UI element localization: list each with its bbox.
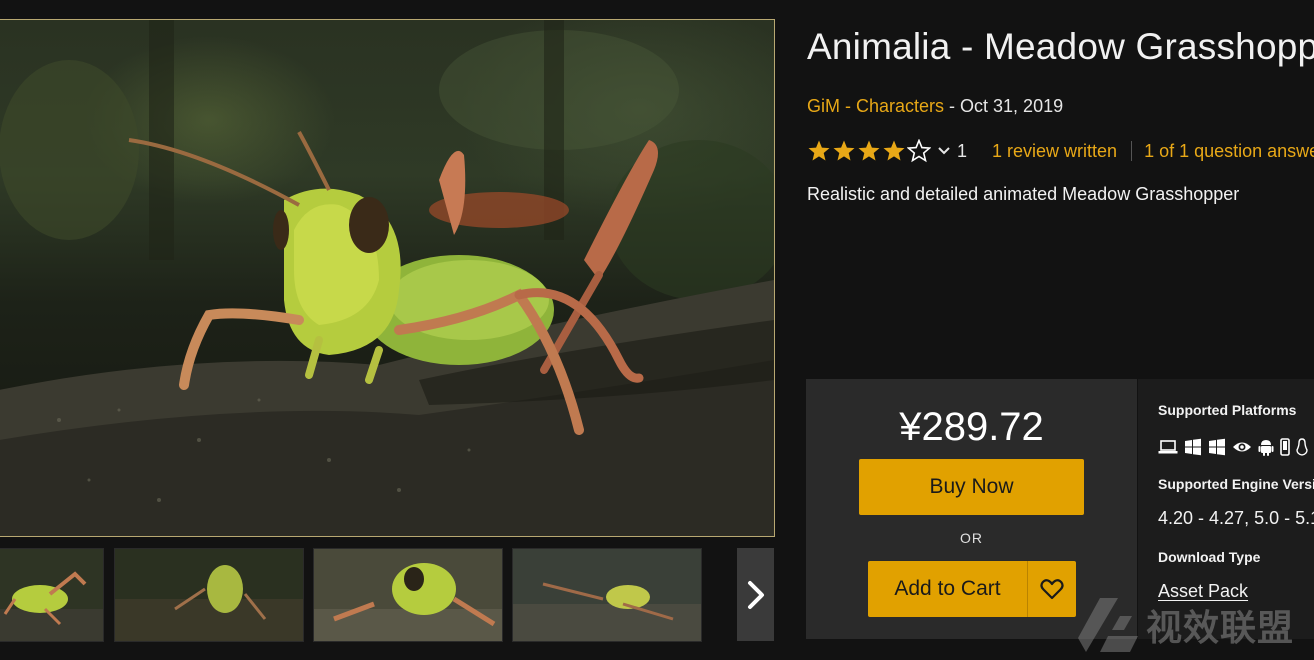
product-title: Animalia - Meadow Grasshopper <box>807 26 1314 67</box>
star-empty-icon <box>907 139 931 163</box>
rating-count: 1 <box>957 140 968 161</box>
grasshopper-illustration <box>0 20 774 536</box>
questions-link[interactable]: 1 of 1 question answered <box>1144 141 1314 162</box>
star-filled-icon <box>883 140 905 161</box>
release-date-separator: - <box>944 96 961 116</box>
star-filled-icon <box>858 140 880 161</box>
linux-icon <box>1296 438 1308 456</box>
next-thumbnails-button[interactable] <box>737 548 774 641</box>
star-filled-icon <box>833 140 855 161</box>
laptop-icon <box>1158 440 1178 454</box>
windows-icon <box>1185 438 1201 456</box>
watermark-text: 视效联盟 <box>1146 607 1295 649</box>
windows-icon <box>1209 438 1225 456</box>
chevron-down-icon <box>938 147 950 155</box>
or-separator: OR <box>960 530 983 546</box>
engine-versions: 4.20 - 4.27, 5.0 - 5.1 <box>1158 508 1314 528</box>
watermark: 视效联盟 <box>1078 596 1294 654</box>
platforms-heading: Supported Platforms <box>1158 402 1297 418</box>
thumbnail-4[interactable] <box>512 548 702 642</box>
release-date: Oct 31, 2019 <box>960 96 1064 116</box>
android-icon <box>1258 440 1274 456</box>
link-divider <box>1131 141 1133 161</box>
heart-icon <box>1040 579 1064 600</box>
engine-versions-heading: Supported Engine Versions <box>1158 476 1314 492</box>
thumbnail-3[interactable] <box>313 548 503 642</box>
thumbnail-1[interactable] <box>0 548 104 642</box>
rating-dropdown-toggle[interactable]: 1 <box>938 141 967 162</box>
download-type-heading: Download Type <box>1158 549 1261 565</box>
buy-now-button[interactable]: Buy Now <box>859 459 1084 515</box>
wishlist-button[interactable] <box>1027 561 1076 617</box>
chevron-right-icon <box>747 580 764 609</box>
add-to-cart-button[interactable]: Add to Cart <box>868 561 1027 617</box>
reviews-link[interactable]: 1 review written <box>992 141 1117 162</box>
mobile-icon <box>1280 438 1290 456</box>
product-meta: GiM - Characters - Oct 31, 2019 <box>807 96 1063 117</box>
price: ¥289.72 <box>899 405 1044 449</box>
hero-image[interactable] <box>0 19 775 537</box>
category-link[interactable]: Characters <box>856 96 944 116</box>
product-page: Animalia - Meadow Grasshopper GiM - Char… <box>0 0 1314 660</box>
thumbnail-strip <box>0 548 775 642</box>
seller-link[interactable]: GiM <box>807 96 840 116</box>
thumbnail-2[interactable] <box>114 548 304 642</box>
meta-separator: - <box>840 96 856 116</box>
star-filled-icon <box>808 140 830 161</box>
rating-stars <box>807 139 932 163</box>
eye-icon <box>1233 442 1251 452</box>
watermark-logo-icon <box>1078 598 1138 652</box>
rating-row: 1 1 review written 1 of 1 question answe… <box>807 139 1314 163</box>
product-summary: Realistic and detailed animated Meadow G… <box>807 184 1240 204</box>
platform-icons <box>1158 437 1314 457</box>
